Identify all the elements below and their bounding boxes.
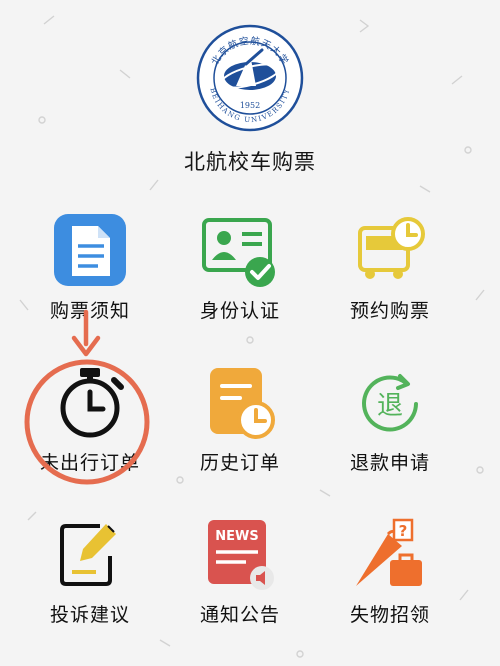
menu-label: 购票须知 bbox=[49, 300, 130, 322]
complaints-suggestions-button[interactable]: 投诉建议 bbox=[25, 516, 155, 636]
news-icon: NEWS bbox=[208, 520, 274, 590]
pending-orders-button[interactable]: 未出行订单 bbox=[25, 364, 155, 484]
announcements-button[interactable]: NEWS 通知公告 bbox=[175, 516, 305, 636]
document-icon bbox=[54, 214, 126, 286]
menu-label: 通知公告 bbox=[199, 604, 280, 626]
menu-label: 未出行订单 bbox=[39, 452, 140, 474]
refund-icon: 退 bbox=[362, 374, 418, 432]
menu-label: 身份认证 bbox=[199, 300, 280, 322]
lost-and-found-button[interactable]: ? 失物招领 bbox=[325, 516, 455, 636]
bus-clock-icon bbox=[358, 217, 425, 279]
id-card-check-icon bbox=[202, 218, 275, 287]
svg-text:?: ? bbox=[399, 522, 408, 540]
order-history-button[interactable]: 历史订单 bbox=[175, 364, 305, 484]
menu-label: 预约购票 bbox=[349, 300, 430, 322]
page-title: 北航校车购票 bbox=[184, 150, 316, 174]
clipboard-clock-icon bbox=[210, 368, 275, 439]
reserve-ticket-button[interactable]: 预约购票 bbox=[325, 212, 455, 332]
menu-label: 失物招领 bbox=[349, 604, 430, 626]
menu-label: 投诉建议 bbox=[49, 604, 130, 626]
identity-verification-button[interactable]: 身份认证 bbox=[175, 212, 305, 332]
university-logo: 北京航空航天大学 BEIHANG UNIVERSITY 1952 bbox=[196, 24, 304, 132]
ticket-notice-button[interactable]: 购票须知 bbox=[25, 212, 155, 332]
svg-text:NEWS: NEWS bbox=[215, 529, 258, 544]
pencil-note-icon bbox=[60, 524, 116, 586]
lost-found-icon: ? bbox=[356, 518, 422, 586]
stopwatch-icon bbox=[60, 368, 124, 438]
refund-request-button[interactable]: 退 退款申请 bbox=[325, 364, 455, 484]
menu-label: 历史订单 bbox=[199, 452, 280, 474]
pointer-arrow-head bbox=[71, 335, 101, 357]
logo-year: 1952 bbox=[240, 101, 260, 110]
menu-label: 退款申请 bbox=[349, 452, 430, 474]
svg-text:退: 退 bbox=[377, 391, 403, 421]
